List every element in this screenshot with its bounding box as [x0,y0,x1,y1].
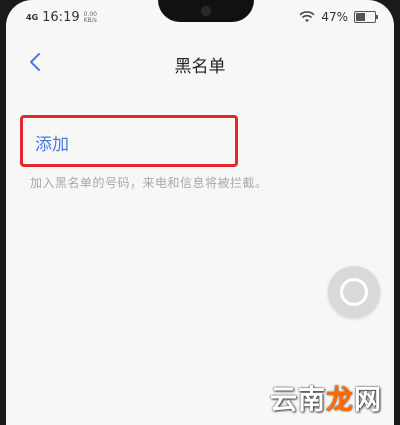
assistive-touch-ring-icon [340,278,368,306]
battery-percent: 47% [321,10,348,24]
network-speed-unit: KB/s [83,16,97,24]
add-label: 添加 [35,135,69,155]
battery-icon [354,11,378,23]
watermark-part-a: 云南 [270,385,326,416]
watermark: 云南龙网 [270,378,382,417]
wifi-icon [299,11,315,22]
status-time: 16:19 [42,10,80,25]
status-bar: 4G 16:19 0.00 KB/s 47% [26,10,378,26]
phone-screen: 4G 16:19 0.00 KB/s 47% 黑名单 添加 加入黑名单的号码，来… [6,0,394,425]
status-right: 47% [299,10,378,24]
battery-fill [356,13,366,21]
assistive-touch-button[interactable] [328,266,380,318]
signal-indicator: 4G [26,12,39,22]
watermark-part-b: 龙 [326,385,354,416]
status-left: 4G 16:19 0.00 KB/s [26,10,97,25]
watermark-part-c: 网 [354,385,382,416]
network-speed: 0.00 KB/s [83,11,97,24]
page-title: 黑名单 [174,57,226,77]
blacklist-hint: 加入黑名单的号码，来电和信息将被拦截。 [30,176,268,190]
page-header: 黑名单 [6,48,394,78]
add-blacklist-button[interactable]: 添加 [20,115,238,167]
